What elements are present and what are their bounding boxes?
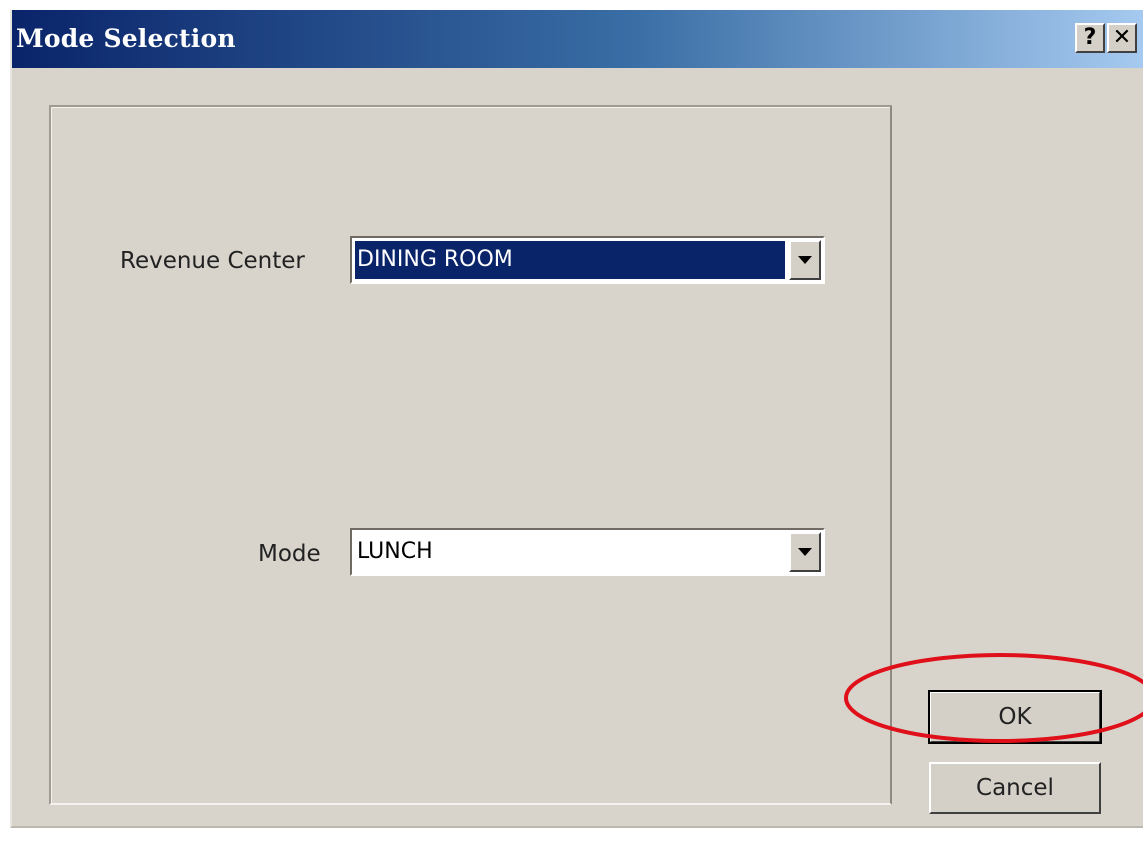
mode-dropdown[interactable]: LUNCH [350, 528, 825, 576]
revenue-center-dropdown-button[interactable] [789, 240, 821, 280]
close-x-icon: ✕ [1112, 25, 1132, 50]
revenue-center-value[interactable]: DINING ROOM [355, 241, 785, 279]
help-button[interactable]: ? [1075, 23, 1105, 53]
cancel-button[interactable]: Cancel [929, 762, 1101, 814]
chevron-down-icon [798, 256, 812, 264]
title-bar[interactable]: Mode Selection ? ✕ [12, 10, 1143, 68]
window-title: Mode Selection [16, 24, 236, 53]
help-question-icon: ? [1083, 25, 1097, 50]
mode-label: Mode [258, 541, 321, 567]
ok-button[interactable]: OK [928, 690, 1102, 744]
mode-selection-dialog: Mode Selection ? ✕ Revenue Center DINING… [10, 10, 1143, 828]
close-button[interactable]: ✕ [1107, 23, 1137, 53]
mode-dropdown-button[interactable] [789, 532, 821, 572]
chevron-down-icon [798, 548, 812, 556]
settings-group-box [49, 105, 892, 805]
revenue-center-dropdown[interactable]: DINING ROOM [350, 236, 825, 284]
revenue-center-label: Revenue Center [120, 248, 305, 274]
mode-value[interactable]: LUNCH [355, 533, 785, 571]
